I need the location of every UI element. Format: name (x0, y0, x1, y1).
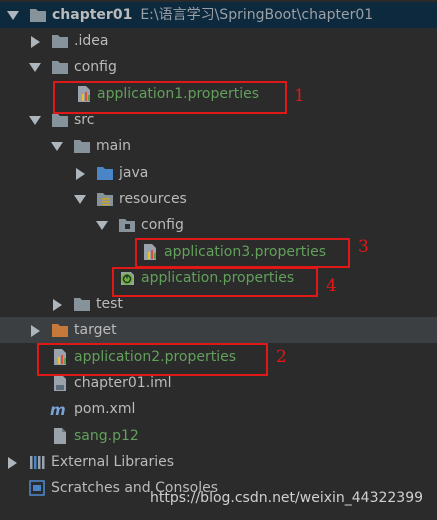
module-file-icon (51, 374, 69, 392)
chevron-down-icon[interactable] (29, 63, 41, 72)
tree-row-pom[interactable]: pom.xml (0, 396, 437, 422)
tree-label-target: target (74, 322, 117, 338)
annotation-number-3: 3 (358, 237, 369, 257)
chevron-down-icon[interactable] (29, 116, 41, 125)
highlight-box-3 (135, 238, 350, 268)
tree-row-config[interactable]: config (0, 54, 437, 80)
tree-label-resources: resources (119, 191, 187, 207)
chevron-right-icon[interactable] (31, 36, 40, 48)
project-folder-icon (29, 6, 47, 24)
libraries-icon (28, 453, 46, 471)
tree-label-pom: pom.xml (74, 401, 136, 417)
project-name: chapter01 E:\语言学习\SpringBoot\chapter01 (52, 6, 373, 24)
tree-label-iml: chapter01.iml (74, 375, 172, 391)
tree-label-p12: sang.p12 (74, 428, 139, 444)
chevron-down-icon[interactable] (7, 11, 19, 20)
chevron-down-icon[interactable] (96, 221, 108, 230)
chevron-right-icon[interactable] (53, 299, 62, 311)
tree-label-idea: .idea (74, 33, 109, 49)
tree-row-resources[interactable]: resources (0, 186, 437, 212)
highlight-box-2 (37, 343, 268, 376)
tree-row-resources-config[interactable]: config (0, 212, 437, 238)
tree-row-main[interactable]: main (0, 133, 437, 159)
folder-icon (73, 137, 91, 155)
project-name-text: chapter01 (52, 7, 133, 23)
maven-icon (49, 400, 67, 418)
scratches-icon (28, 479, 46, 497)
tree-label-main: main (96, 138, 131, 154)
tree-label-resources-config: config (141, 217, 184, 233)
highlight-box-4 (112, 267, 318, 297)
annotation-number-4: 4 (326, 276, 337, 296)
tree-label-java: java (119, 165, 149, 181)
tree-row-idea[interactable]: .idea (0, 28, 437, 54)
resources-folder-icon (96, 190, 114, 208)
file-icon (51, 427, 69, 445)
annotation-number-2: 2 (276, 347, 287, 367)
folder-icon (73, 295, 91, 313)
source-folder-icon (96, 164, 114, 182)
chevron-down-icon[interactable] (74, 195, 86, 204)
chevron-right-icon[interactable] (8, 457, 17, 469)
folder-icon (51, 58, 69, 76)
highlight-box-1 (53, 81, 287, 114)
annotation-number-1: 1 (294, 86, 305, 106)
watermark: https://blog.csdn.net/weixin_44322399 (150, 490, 424, 506)
tree-row-java[interactable]: java (0, 160, 437, 186)
folder-icon (51, 32, 69, 50)
chevron-down-icon[interactable] (51, 142, 63, 151)
chevron-right-icon[interactable] (31, 325, 40, 337)
tree-row-p12[interactable]: sang.p12 (0, 423, 437, 449)
chevron-right-icon[interactable] (76, 168, 85, 180)
tree-row-external-libraries[interactable]: External Libraries (0, 449, 437, 475)
tree-row-project[interactable]: chapter01 E:\语言学习\SpringBoot\chapter01 (0, 2, 437, 28)
tree-label-config: config (74, 59, 117, 75)
tree-label-external-libraries: External Libraries (51, 454, 174, 470)
project-path: E:\语言学习\SpringBoot\chapter01 (140, 7, 374, 23)
excluded-folder-icon (51, 321, 69, 339)
tree-label-test: test (96, 296, 123, 312)
tree-row-target[interactable]: target (0, 317, 437, 343)
package-folder-icon (118, 216, 136, 234)
